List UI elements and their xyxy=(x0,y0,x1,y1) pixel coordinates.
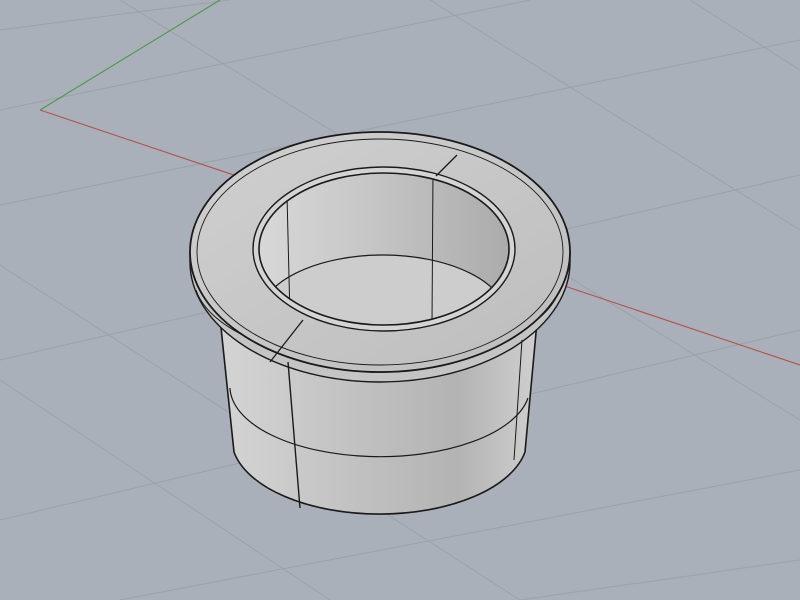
bushing-model[interactable] xyxy=(189,131,571,515)
3d-viewport[interactable] xyxy=(0,0,800,600)
y-axis-line xyxy=(39,0,221,111)
